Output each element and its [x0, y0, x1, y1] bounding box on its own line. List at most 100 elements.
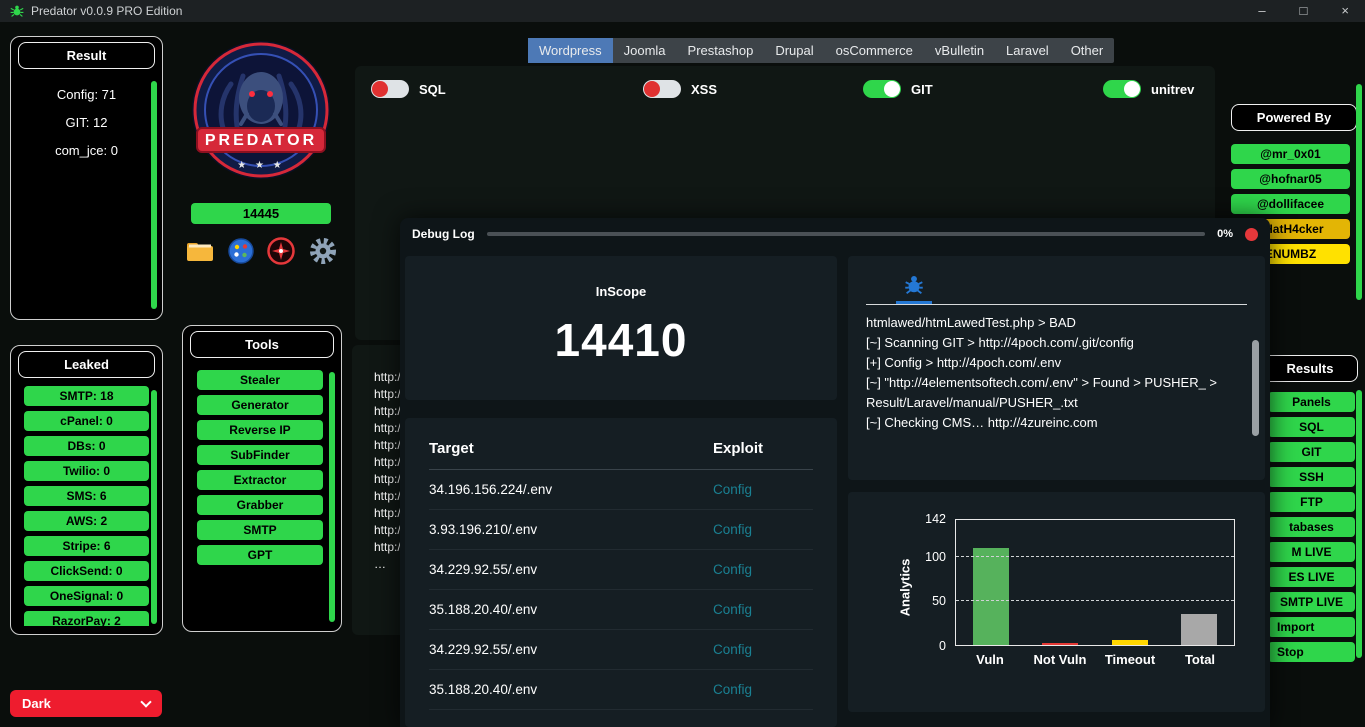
scope-count-button[interactable]: 14445: [191, 203, 331, 224]
exploit-link[interactable]: Config: [713, 562, 813, 577]
results-list: Panels SQL GIT SSH FTP tabases M LIVE ES LIVE SM…: [1268, 392, 1355, 667]
results-panel-header: Results: [1262, 355, 1358, 382]
maximize-button[interactable]: □: [1300, 0, 1308, 22]
results-item-button[interactable]: SMTP LIVE: [1268, 592, 1355, 612]
exploit-link[interactable]: Config: [713, 602, 813, 617]
gridline: [956, 556, 1234, 557]
tab-joomla[interactable]: Joomla: [613, 38, 677, 63]
record-stop-button[interactable]: [1245, 228, 1258, 241]
leaked-item-button[interactable]: OneSignal: 0: [24, 586, 149, 606]
folder-icon[interactable]: [185, 239, 215, 268]
inscope-card: InScope 14410: [405, 256, 837, 400]
leaked-scrollbar[interactable]: [151, 390, 157, 624]
toggle-switch[interactable]: [643, 80, 681, 98]
leaked-item-button[interactable]: Stripe: 6: [24, 536, 149, 556]
table-header-row: Target Exploit: [429, 418, 813, 470]
toggle-switch[interactable]: [371, 80, 409, 98]
bar-slot: [971, 520, 1011, 645]
leaked-item-button[interactable]: ClickSend: 0: [24, 561, 149, 581]
tab-laravel[interactable]: Laravel: [995, 38, 1060, 63]
chart-plot-area: [955, 519, 1235, 646]
tool-button[interactable]: SubFinder: [197, 445, 323, 465]
table-row: 35.188.20.40/.envConfig: [429, 590, 813, 630]
results-item-button[interactable]: FTP: [1268, 492, 1355, 512]
results-item-button[interactable]: SSH: [1268, 467, 1355, 487]
bar-not-vuln: [1042, 643, 1078, 645]
log-line: [~] "http://4elementsoftech.com/.env" > …: [866, 373, 1225, 413]
tool-button[interactable]: Reverse IP: [197, 420, 323, 440]
theme-dropdown-value: Dark: [22, 696, 51, 711]
result-scrollbar[interactable]: [151, 81, 157, 309]
results-item-button[interactable]: SQL: [1268, 417, 1355, 437]
tool-button[interactable]: SMTP: [197, 520, 323, 540]
tab-vbulletin[interactable]: vBulletin: [924, 38, 995, 63]
tab-oscommerce[interactable]: osCommerce: [825, 38, 924, 63]
credit-button[interactable]: @dollifacee: [1231, 194, 1350, 214]
tab-wordpress[interactable]: Wordpress: [528, 38, 613, 63]
toggle-sql[interactable]: SQL: [371, 80, 446, 98]
exploit-link[interactable]: Config: [713, 642, 813, 657]
tool-button[interactable]: Grabber: [197, 495, 323, 515]
tool-button[interactable]: GPT: [197, 545, 323, 565]
log-line: [+] Config > http://4poch.com/.env: [866, 353, 1225, 373]
toggle-git[interactable]: GIT: [863, 80, 933, 98]
emblem-icon[interactable]: [267, 237, 295, 270]
target-cell: 34.196.156.224/.env: [429, 482, 713, 497]
target-cell: 35.188.20.40/.env: [429, 602, 713, 617]
logo-column: PREDATOR ★ ★ ★ 14445: [188, 36, 334, 271]
leaked-item-button[interactable]: cPanel: 0: [24, 411, 149, 431]
leaked-panel: Leaked SMTP: 18cPanel: 0DBs: 0Twilio: 0S…: [10, 345, 163, 635]
exploit-link[interactable]: Config: [713, 482, 813, 497]
right-scrollbar-top[interactable]: [1356, 84, 1362, 300]
toggle-unitrev[interactable]: unitrev: [1103, 80, 1194, 98]
log-scrollbar[interactable]: [1252, 340, 1259, 436]
tab-prestashop[interactable]: Prestashop: [677, 38, 765, 63]
credit-button[interactable]: @mr_0x01: [1231, 144, 1350, 164]
analytics-chart-card: Analytics 050100142 VulnNot VulnTimeoutT…: [848, 492, 1265, 712]
chart-bars: [956, 520, 1234, 645]
tool-button[interactable]: Extractor: [197, 470, 323, 490]
results-item-button[interactable]: M LIVE: [1268, 542, 1355, 562]
leaked-item-button[interactable]: DBs: 0: [24, 436, 149, 456]
theme-dropdown[interactable]: Dark: [10, 690, 162, 717]
results-item-button[interactable]: Panels: [1268, 392, 1355, 412]
toggle-xss[interactable]: XSS: [643, 80, 717, 98]
tool-button[interactable]: Generator: [197, 395, 323, 415]
exploit-table-body: 34.196.156.224/.envConfig3.93.196.210/.e…: [429, 470, 813, 710]
leaked-item-button[interactable]: RazorPay: 2: [24, 611, 149, 626]
y-tick-label: 50: [932, 594, 946, 608]
toggle-switch[interactable]: [1103, 80, 1141, 98]
minimize-button[interactable]: –: [1258, 0, 1265, 22]
tab-other[interactable]: Other: [1060, 38, 1115, 63]
debug-log-title: Debug Log: [412, 227, 475, 241]
right-scrollbar-bottom[interactable]: [1356, 390, 1362, 658]
close-button[interactable]: ×: [1341, 0, 1349, 22]
exploit-link[interactable]: Config: [713, 522, 813, 537]
results-item-button[interactable]: tabases: [1268, 517, 1355, 537]
credit-button[interactable]: @hofnar05: [1231, 169, 1350, 189]
leaked-item-button[interactable]: AWS: 2: [24, 511, 149, 531]
app-logo-icon: [10, 4, 24, 18]
toggle-label: XSS: [691, 82, 717, 97]
bug-tab[interactable]: [896, 272, 932, 304]
inscope-label: InScope: [405, 284, 837, 299]
toggle-knob: [884, 81, 900, 97]
toggle-switch[interactable]: [863, 80, 901, 98]
results-item-button[interactable]: GIT: [1268, 442, 1355, 462]
gear-icon[interactable]: [308, 236, 338, 271]
target-cell: 34.229.92.55/.env: [429, 562, 713, 577]
tool-button[interactable]: Stealer: [197, 370, 323, 390]
results-item-button[interactable]: ES LIVE: [1268, 567, 1355, 587]
palette-icon[interactable]: [228, 238, 254, 269]
stop-button[interactable]: Stop: [1268, 642, 1355, 662]
quick-icons-row: [188, 236, 334, 271]
exploit-link[interactable]: Config: [713, 682, 813, 697]
tab-drupal[interactable]: Drupal: [764, 38, 824, 63]
tools-scrollbar[interactable]: [329, 372, 335, 622]
bar-total: [1181, 614, 1217, 645]
import-button[interactable]: Import: [1268, 617, 1355, 637]
leaked-item-button[interactable]: SMS: 6: [24, 486, 149, 506]
leaked-item-button[interactable]: Twilio: 0: [24, 461, 149, 481]
leaked-item-button[interactable]: SMTP: 18: [24, 386, 149, 406]
table-row: 34.229.92.55/.envConfig: [429, 550, 813, 590]
